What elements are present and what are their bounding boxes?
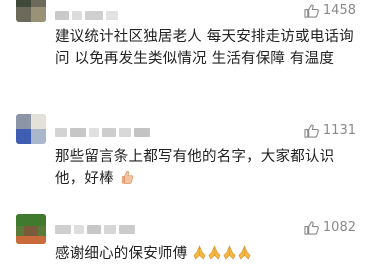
like-count: 1131 [322,123,356,138]
thumbs-up-icon [304,3,319,18]
thumbs-up-emoji [121,170,133,184]
praying-hands-emoji [223,245,236,260]
comment-item: 1458 建议统计社区独居老人 每天安排走访或电话询问 以免再发生类似情况 生活… [0,0,370,95]
thumbs-up-icon [304,123,319,138]
username-blurred [55,122,195,137]
praying-hands-emoji [193,245,206,260]
comment-text-content: 那些留言条上都写有他的名字，大家都认识他，好棒 [55,149,335,187]
like-count: 1458 [322,3,356,18]
thumbs-up-icon [304,220,319,235]
like-button[interactable]: 1082 [304,220,356,235]
avatar[interactable] [16,214,46,244]
avatar[interactable] [16,0,46,22]
like-count: 1082 [322,220,356,235]
username-blurred [55,219,195,234]
comment-text: 感谢细心的保安师傅 [55,243,355,265]
like-button[interactable]: 1458 [304,3,356,18]
praying-hands-emoji [238,245,251,260]
username-blurred [55,5,165,20]
praying-hands-emoji [208,245,221,260]
comment-text-content: 感谢细心的保安师傅 [55,246,188,262]
comment-text: 建议统计社区独居老人 每天安排走访或电话询问 以免再发生类似情况 生活有保障 有… [55,29,354,67]
comment-item: 1082 感谢细心的保安师傅 [0,210,370,276]
avatar[interactable] [16,114,46,144]
praying-hands-emoji-group [192,245,252,262]
comment-text: 那些留言条上都写有他的名字，大家都认识他，好棒 [55,146,355,190]
comment-item: 1131 那些留言条上都写有他的名字，大家都认识他，好棒 [0,112,370,197]
like-button[interactable]: 1131 [304,123,356,138]
